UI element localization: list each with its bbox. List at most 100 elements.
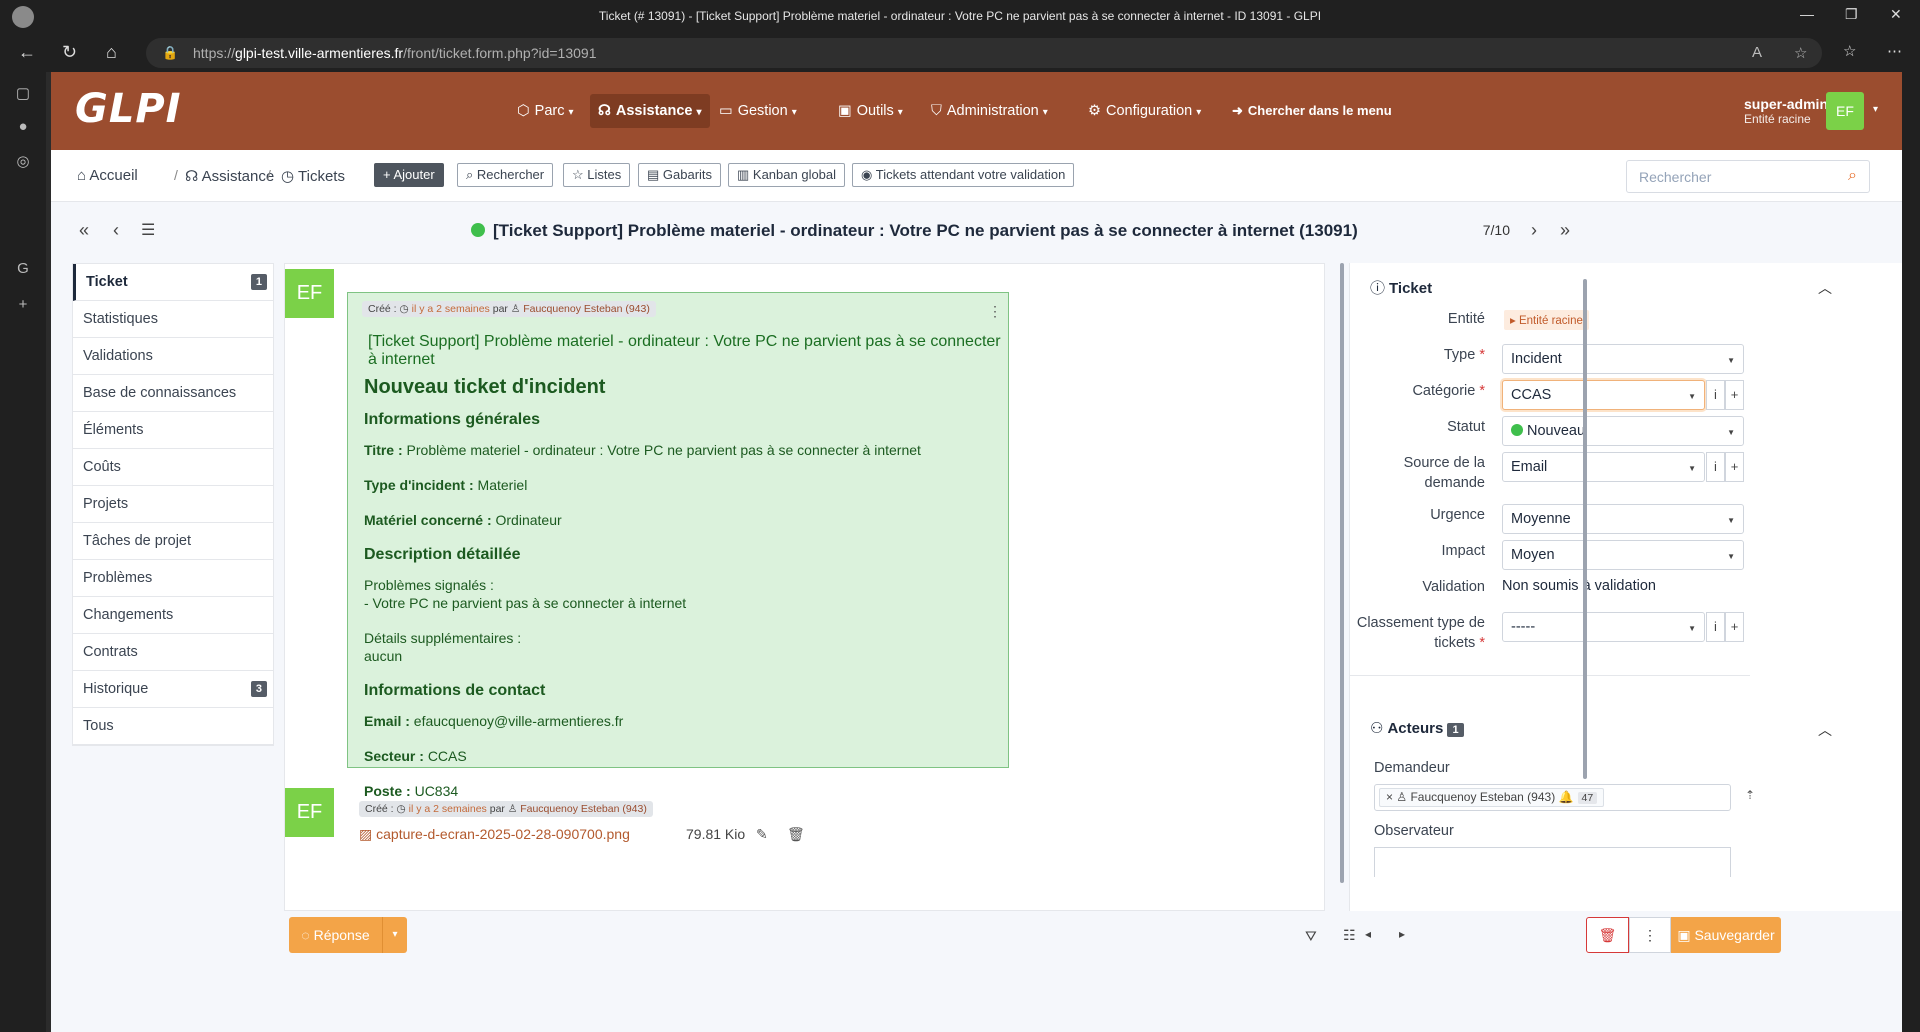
menu-outils[interactable]: ▣ Outils ▾ [830, 94, 911, 128]
add-source-button[interactable]: + [1725, 452, 1744, 482]
classification-select[interactable]: ----- ▼ [1502, 612, 1705, 642]
globe-icon[interactable]: ◎ [13, 152, 33, 172]
menu-configuration[interactable]: ⚙ Configuration ▾ [1080, 94, 1209, 128]
add-button[interactable]: + Ajouter [374, 163, 444, 187]
menu-gestion[interactable]: ▭ Gestion ▾ [711, 94, 805, 128]
section-actors-header[interactable]: ⚇ Acteurs 1 [1370, 719, 1464, 737]
user-menu[interactable]: super-admin Entité racine [1744, 96, 1828, 126]
edit-icon[interactable]: ✎ [756, 826, 768, 843]
chevron-up-icon[interactable]: ︿ [1818, 278, 1832, 298]
assign-self-icon[interactable]: ⇡ [1745, 788, 1755, 802]
last-item-icon[interactable]: » [1560, 220, 1570, 241]
first-item-icon[interactable]: « [79, 220, 89, 241]
reload-icon[interactable]: ↻ [62, 42, 77, 63]
observer-field[interactable] [1374, 847, 1731, 877]
type-select[interactable]: Incident ▼ [1502, 344, 1744, 374]
restore-icon[interactable]: ❐ [1845, 6, 1858, 23]
info-button[interactable]: i [1706, 612, 1725, 642]
tab-knowledge-base[interactable]: Base de connaissances [73, 375, 273, 412]
pending-validation-button[interactable]: ◉ Tickets attendant votre validation [852, 163, 1075, 187]
breadcrumb-assistance[interactable]: ☊ Assistance [185, 167, 274, 185]
minimize-icon[interactable]: — [1800, 6, 1814, 22]
add-classification-button[interactable]: + [1725, 612, 1744, 642]
tab-statistics[interactable]: Statistiques [73, 301, 273, 338]
reply-button[interactable]: ◌ Réponse [289, 917, 382, 953]
read-aloud-icon[interactable]: A [1752, 44, 1762, 61]
tab-ticket[interactable]: Ticket 1 [73, 264, 273, 301]
new-tab-icon[interactable]: + [13, 296, 33, 316]
menu-administration[interactable]: ⛉ Administration ▾ [923, 94, 1056, 128]
chevron-up-icon[interactable]: ︿ [1818, 720, 1832, 740]
lists-button[interactable]: ☆ Listes [563, 163, 631, 187]
document-link[interactable]: ▨ capture-d-ecran-2025-02-28-090700.png [359, 826, 630, 843]
home-icon[interactable]: ⌂ [106, 42, 117, 63]
tab-project-tasks[interactable]: Tâches de projet [73, 523, 273, 560]
close-window-icon[interactable]: ✕ [1890, 6, 1902, 23]
kanban-button[interactable]: ▥ Kanban global [728, 163, 846, 187]
status-select[interactable]: Nouveau ▼ [1502, 416, 1744, 446]
next-item-icon[interactable]: › [1531, 220, 1537, 241]
url-field[interactable]: 🔒 https://glpi-test.ville-armentieres.fr… [146, 38, 1822, 68]
menu-search-link[interactable]: ➜ Chercher dans le menu [1224, 94, 1400, 128]
back-icon[interactable]: ← [18, 42, 36, 63]
source-select[interactable]: Email ▼ [1502, 452, 1705, 482]
author-link[interactable]: Faucquenoy Esteban (943) [520, 803, 647, 815]
save-button[interactable]: ▣ Sauvegarder [1671, 917, 1781, 953]
tab-costs[interactable]: Coûts [73, 449, 273, 486]
urgency-select[interactable]: Moyenne ▼ [1502, 504, 1744, 534]
browser-menu-icon[interactable]: ⋯ [1887, 42, 1902, 60]
author-link[interactable]: Faucquenoy Esteban (943) [523, 303, 650, 315]
remove-icon[interactable]: × [1386, 790, 1396, 804]
requester-field[interactable]: × ♙ Faucquenoy Esteban (943) 🔔 47 [1374, 784, 1731, 811]
tab-all[interactable]: Tous [73, 708, 273, 745]
tab-changes[interactable]: Changements [73, 597, 273, 634]
text-line: aucun [364, 648, 403, 664]
templates-button[interactable]: ▤ Gabarits [638, 163, 722, 187]
previous-icon[interactable]: ◂ [1365, 927, 1371, 941]
filter-icon[interactable]: ⛛ [1305, 928, 1317, 945]
add-category-button[interactable]: + [1725, 380, 1744, 410]
panel-scrollbar[interactable] [1583, 279, 1587, 779]
tabs-icon[interactable]: ▢ [13, 84, 33, 104]
breadcrumb-tickets[interactable]: ◷ Tickets [281, 167, 345, 185]
browser-scrollbar[interactable] [1902, 72, 1920, 1032]
category-select[interactable]: CCAS ▼ [1502, 380, 1705, 410]
search-button[interactable]: ⌕ Rechercher [457, 163, 554, 187]
field-label: Matériel concerné : [364, 512, 492, 528]
chevron-down-icon: ▾ [1196, 107, 1202, 118]
global-search-input[interactable]: Rechercher ⌕ [1626, 160, 1870, 193]
active-tab-icon[interactable]: G [13, 260, 33, 280]
breadcrumb-label: Tickets [298, 168, 345, 185]
favorites-icon[interactable]: ☆ [1843, 42, 1856, 60]
box-icon: ⬡ [517, 103, 530, 119]
trash-icon[interactable]: 🗑 [787, 826, 805, 843]
info-button[interactable]: i [1706, 452, 1725, 482]
tab-contracts[interactable]: Contrats [73, 634, 273, 671]
glpi-logo[interactable]: GLPI [75, 86, 182, 132]
tab-favicon-icon[interactable]: ● [13, 118, 33, 138]
info-button[interactable]: i [1706, 380, 1725, 410]
chevron-down-icon[interactable]: ▾ [1873, 104, 1878, 115]
tab-validations[interactable]: Validations [73, 338, 273, 375]
tab-history[interactable]: Historique 3 [73, 671, 273, 708]
reply-dropdown-toggle[interactable]: ▾ [382, 917, 407, 953]
next-icon[interactable]: ▸ [1399, 927, 1405, 941]
headset-icon: ☊ [598, 103, 611, 119]
previous-item-icon[interactable]: ‹ [113, 220, 119, 241]
impact-select[interactable]: Moyen ▼ [1502, 540, 1744, 570]
favorite-star-icon[interactable]: ☆ [1794, 44, 1807, 62]
tab-items[interactable]: Éléments [73, 412, 273, 449]
tab-problems[interactable]: Problèmes [73, 560, 273, 597]
delete-button[interactable]: 🗑 [1586, 917, 1629, 953]
entity-badge[interactable]: ▸ Entité racine [1504, 310, 1589, 330]
breadcrumb-home[interactable]: ⌂ Accueil [77, 167, 138, 184]
avatar[interactable]: EF [1826, 92, 1864, 130]
menu-assistance[interactable]: ☊ Assistance ▾ [590, 94, 710, 128]
menu-parc[interactable]: ⬡ Parc ▾ [509, 94, 582, 128]
tab-projects[interactable]: Projets [73, 486, 273, 523]
search-icon[interactable]: ⌕ [1848, 167, 1857, 185]
list-icon[interactable]: ☰ [141, 220, 155, 240]
section-ticket-header[interactable]: ⓘ Ticket [1370, 277, 1432, 298]
more-actions-button[interactable]: ⋮ [1629, 917, 1671, 953]
more-options-icon[interactable]: ⋮ [988, 303, 1002, 320]
